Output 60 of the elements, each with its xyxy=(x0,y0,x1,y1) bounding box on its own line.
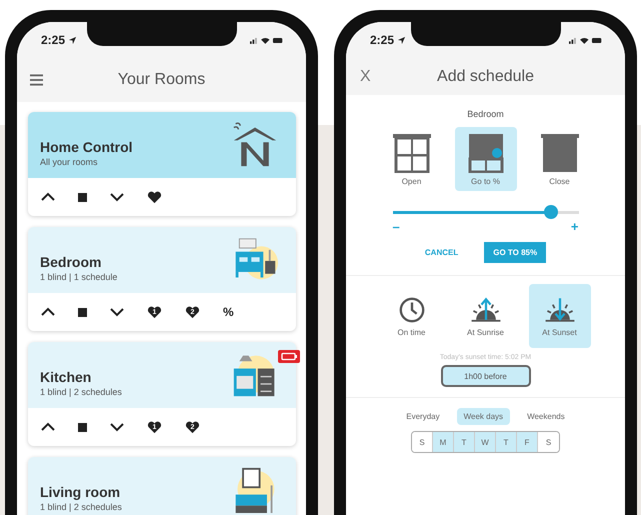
location-arrow-icon xyxy=(397,36,406,44)
stop-icon[interactable] xyxy=(78,192,87,202)
room-card[interactable]: Living room 1 blind | 2 schedules xyxy=(28,457,296,515)
screen-title: Add schedule xyxy=(437,68,534,86)
repeat-option[interactable]: Week days xyxy=(456,408,510,425)
room-summary: 1 blind | 1 schedule xyxy=(40,272,118,282)
timing-option[interactable]: On time xyxy=(380,284,442,348)
half-closed-blind-icon xyxy=(466,132,506,172)
status-time: 2:25 xyxy=(370,33,394,47)
chevron-down-icon[interactable] xyxy=(110,192,124,202)
menu-icon[interactable] xyxy=(30,74,43,86)
weekday-toggle[interactable]: S xyxy=(412,432,433,452)
room-card[interactable]: Home Control All your rooms xyxy=(28,112,296,216)
open-window-icon xyxy=(392,132,432,172)
chevron-up-icon[interactable] xyxy=(41,422,55,432)
close-button[interactable]: X xyxy=(360,68,371,86)
percent-button[interactable]: % xyxy=(223,305,234,319)
chevron-up-icon[interactable] xyxy=(41,307,55,317)
favorite-button[interactable] xyxy=(147,190,162,204)
location-arrow-icon xyxy=(68,36,78,44)
blind-action-option[interactable]: Go to % xyxy=(454,127,516,191)
weekday-toggle[interactable]: T xyxy=(454,432,475,452)
status-time: 2:25 xyxy=(41,33,66,47)
time-offset-button[interactable]: 1h00 before xyxy=(440,365,530,387)
status-icons xyxy=(250,36,284,44)
stop-icon[interactable] xyxy=(78,308,87,316)
status-icons xyxy=(569,36,603,44)
weekday-toggle[interactable]: T xyxy=(496,432,517,452)
room-name: Bedroom xyxy=(467,109,504,119)
percentage-slider[interactable] xyxy=(392,205,578,219)
house-logo-drawing xyxy=(232,122,278,168)
heart-icon xyxy=(185,306,200,318)
room-name: Kitchen xyxy=(40,369,92,385)
heart-icon xyxy=(185,420,200,434)
room-summary: All your rooms xyxy=(40,157,99,167)
room-name: Living room xyxy=(40,484,122,500)
weekday-toggle[interactable]: W xyxy=(475,432,496,452)
timing-option[interactable]: At Sunrise xyxy=(454,284,516,348)
heart-icon xyxy=(147,306,162,318)
slider-thumb[interactable] xyxy=(544,204,558,218)
low-battery-badge xyxy=(278,350,300,363)
blind-action-option[interactable]: Open xyxy=(380,127,442,191)
blind-action-option[interactable]: Close xyxy=(528,127,590,191)
closed-blind-icon xyxy=(540,132,580,172)
room-name: Bedroom xyxy=(40,254,102,270)
repeat-option[interactable]: Everyday xyxy=(399,408,447,425)
weekday-toggle[interactable]: M xyxy=(433,432,454,452)
chevron-up-icon[interactable] xyxy=(41,192,55,202)
room-name: Home Control xyxy=(40,139,133,155)
chevron-down-icon[interactable] xyxy=(110,422,124,432)
repeat-option[interactable]: Weekends xyxy=(520,408,572,425)
timing-option[interactable]: At Sunset xyxy=(528,284,590,348)
heart-icon xyxy=(147,420,162,434)
weekday-toggle[interactable]: F xyxy=(517,432,538,452)
room-summary: 1 blind | 2 schedules xyxy=(40,387,122,397)
stop-icon[interactable] xyxy=(78,422,87,432)
heart-icon xyxy=(147,190,162,204)
room-summary: 1 blind | 2 schedules xyxy=(40,502,122,512)
screen-title: Your Rooms xyxy=(118,71,206,89)
chevron-down-icon[interactable] xyxy=(110,307,124,317)
